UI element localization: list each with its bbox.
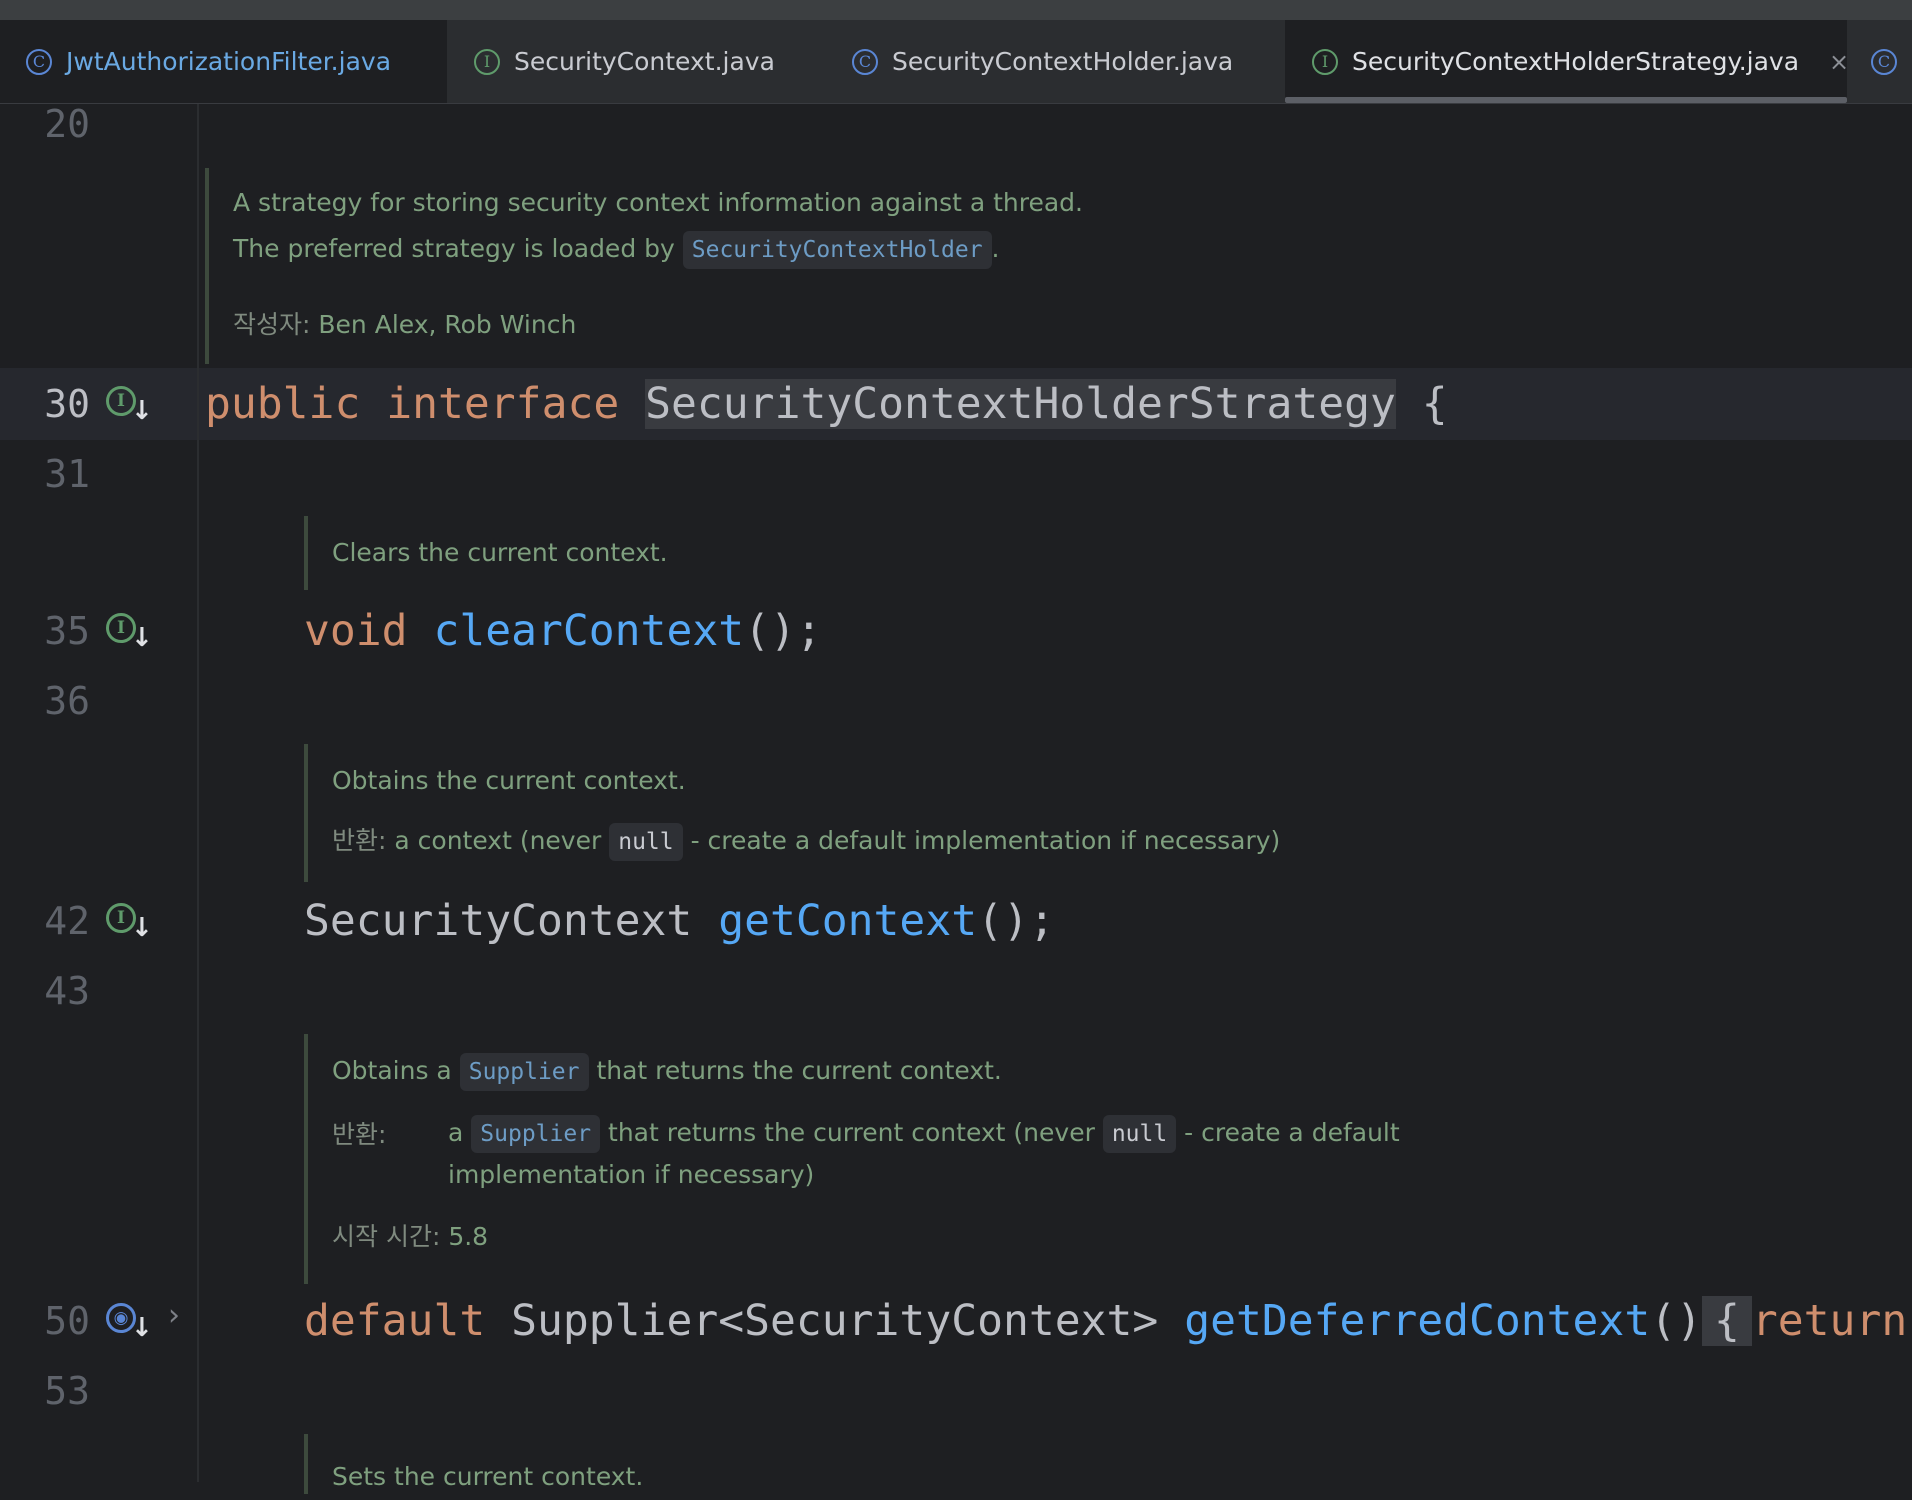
doc-code-link[interactable]: SecurityContextHolder xyxy=(682,231,992,269)
method-name[interactable]: getContext xyxy=(718,896,977,946)
interface-declaration: public interface SecurityContextHolderSt… xyxy=(205,379,1448,429)
tab-security-context-holder-strategy[interactable]: I SecurityContextHolderStrategy.java × xyxy=(1285,20,1849,103)
tab-overflow[interactable]: C xyxy=(1847,20,1912,103)
method-name[interactable]: clearContext xyxy=(433,606,744,656)
class-icon: C xyxy=(1871,48,1897,75)
line-number: 35 xyxy=(44,609,90,653)
doc-text: Sets the current context. xyxy=(332,1462,644,1491)
tab-security-context[interactable]: I SecurityContext.java xyxy=(447,20,825,103)
line-number: 36 xyxy=(44,679,90,723)
line-number: 31 xyxy=(44,452,90,496)
interface-icon: I xyxy=(474,48,500,75)
tab-jwt-authorization-filter[interactable]: C JwtAuthorizationFilter.java xyxy=(0,20,447,103)
class-icon: C xyxy=(26,48,52,75)
method-get-context: SecurityContext getContext(); xyxy=(304,896,1055,946)
javadoc-get-context: Obtains the current context. 반환: a conte… xyxy=(304,744,1280,882)
doc-text: The preferred strategy is loaded by Secu… xyxy=(233,226,1083,272)
tab-label: SecurityContext.java xyxy=(514,47,775,76)
line-number: 50 xyxy=(44,1299,90,1343)
javadoc-set-context: Sets the current context. xyxy=(304,1434,643,1494)
line-number: 42 xyxy=(44,899,90,943)
doc-text: A strategy for storing security context … xyxy=(233,188,1083,217)
implemented-icon[interactable]: I ↓ xyxy=(106,613,153,653)
window-top-strip xyxy=(0,0,1912,20)
doc-text: Obtains the current context. xyxy=(332,766,686,795)
method-clear-context: void clearContext(); xyxy=(304,606,822,656)
tab-label: SecurityContextHolder.java xyxy=(892,47,1234,76)
line-number: 43 xyxy=(44,969,90,1013)
fold-chevron-icon[interactable]: › xyxy=(168,1298,180,1333)
overridden-icon[interactable]: ◉ ↓ xyxy=(106,1303,153,1343)
method-name[interactable]: getDeferredContext xyxy=(1184,1296,1650,1346)
doc-return: 반환: a Supplier that returns the current … xyxy=(332,1112,1400,1196)
method-get-deferred-context: default Supplier<SecurityContext> getDef… xyxy=(304,1296,1908,1346)
javadoc-class: A strategy for storing security context … xyxy=(205,168,1083,364)
tab-label: JwtAuthorizationFilter.java xyxy=(66,47,392,76)
line-number: 20 xyxy=(44,102,90,146)
line-number: 53 xyxy=(44,1369,90,1413)
interface-name[interactable]: SecurityContextHolderStrategy xyxy=(645,379,1396,429)
tab-security-context-holder[interactable]: C SecurityContextHolder.java xyxy=(825,20,1285,103)
editor-tab-bar: C JwtAuthorizationFilter.java I Security… xyxy=(0,20,1912,104)
code-editor[interactable]: 20 30 31 35 36 42 43 50 53 I ↓ I ↓ I ↓ ◉ ↓ ›… xyxy=(0,102,1912,1494)
implemented-icon[interactable]: I ↓ xyxy=(106,903,153,943)
doc-text: Obtains a Supplier that returns the curr… xyxy=(332,1048,1400,1094)
class-icon: C xyxy=(852,48,878,75)
doc-text: Clears the current context. xyxy=(332,538,668,567)
javadoc-clear-context: Clears the current context. xyxy=(304,516,668,590)
interface-icon: I xyxy=(1312,48,1338,75)
doc-author: 작성자: Ben Alex, Rob Winch xyxy=(233,310,577,339)
folded-body[interactable]: { xyxy=(1702,1296,1752,1346)
doc-since: 시작 시간: 5.8 xyxy=(332,1222,489,1251)
gutter-divider xyxy=(197,104,199,1482)
javadoc-get-deferred-context: Obtains a Supplier that returns the curr… xyxy=(304,1034,1400,1284)
implemented-icon[interactable]: I ↓ xyxy=(106,386,153,426)
doc-return: 반환: a context (never null - create a def… xyxy=(332,818,1280,864)
tab-label: SecurityContextHolderStrategy.java xyxy=(1352,47,1800,76)
line-number: 30 xyxy=(44,382,90,426)
